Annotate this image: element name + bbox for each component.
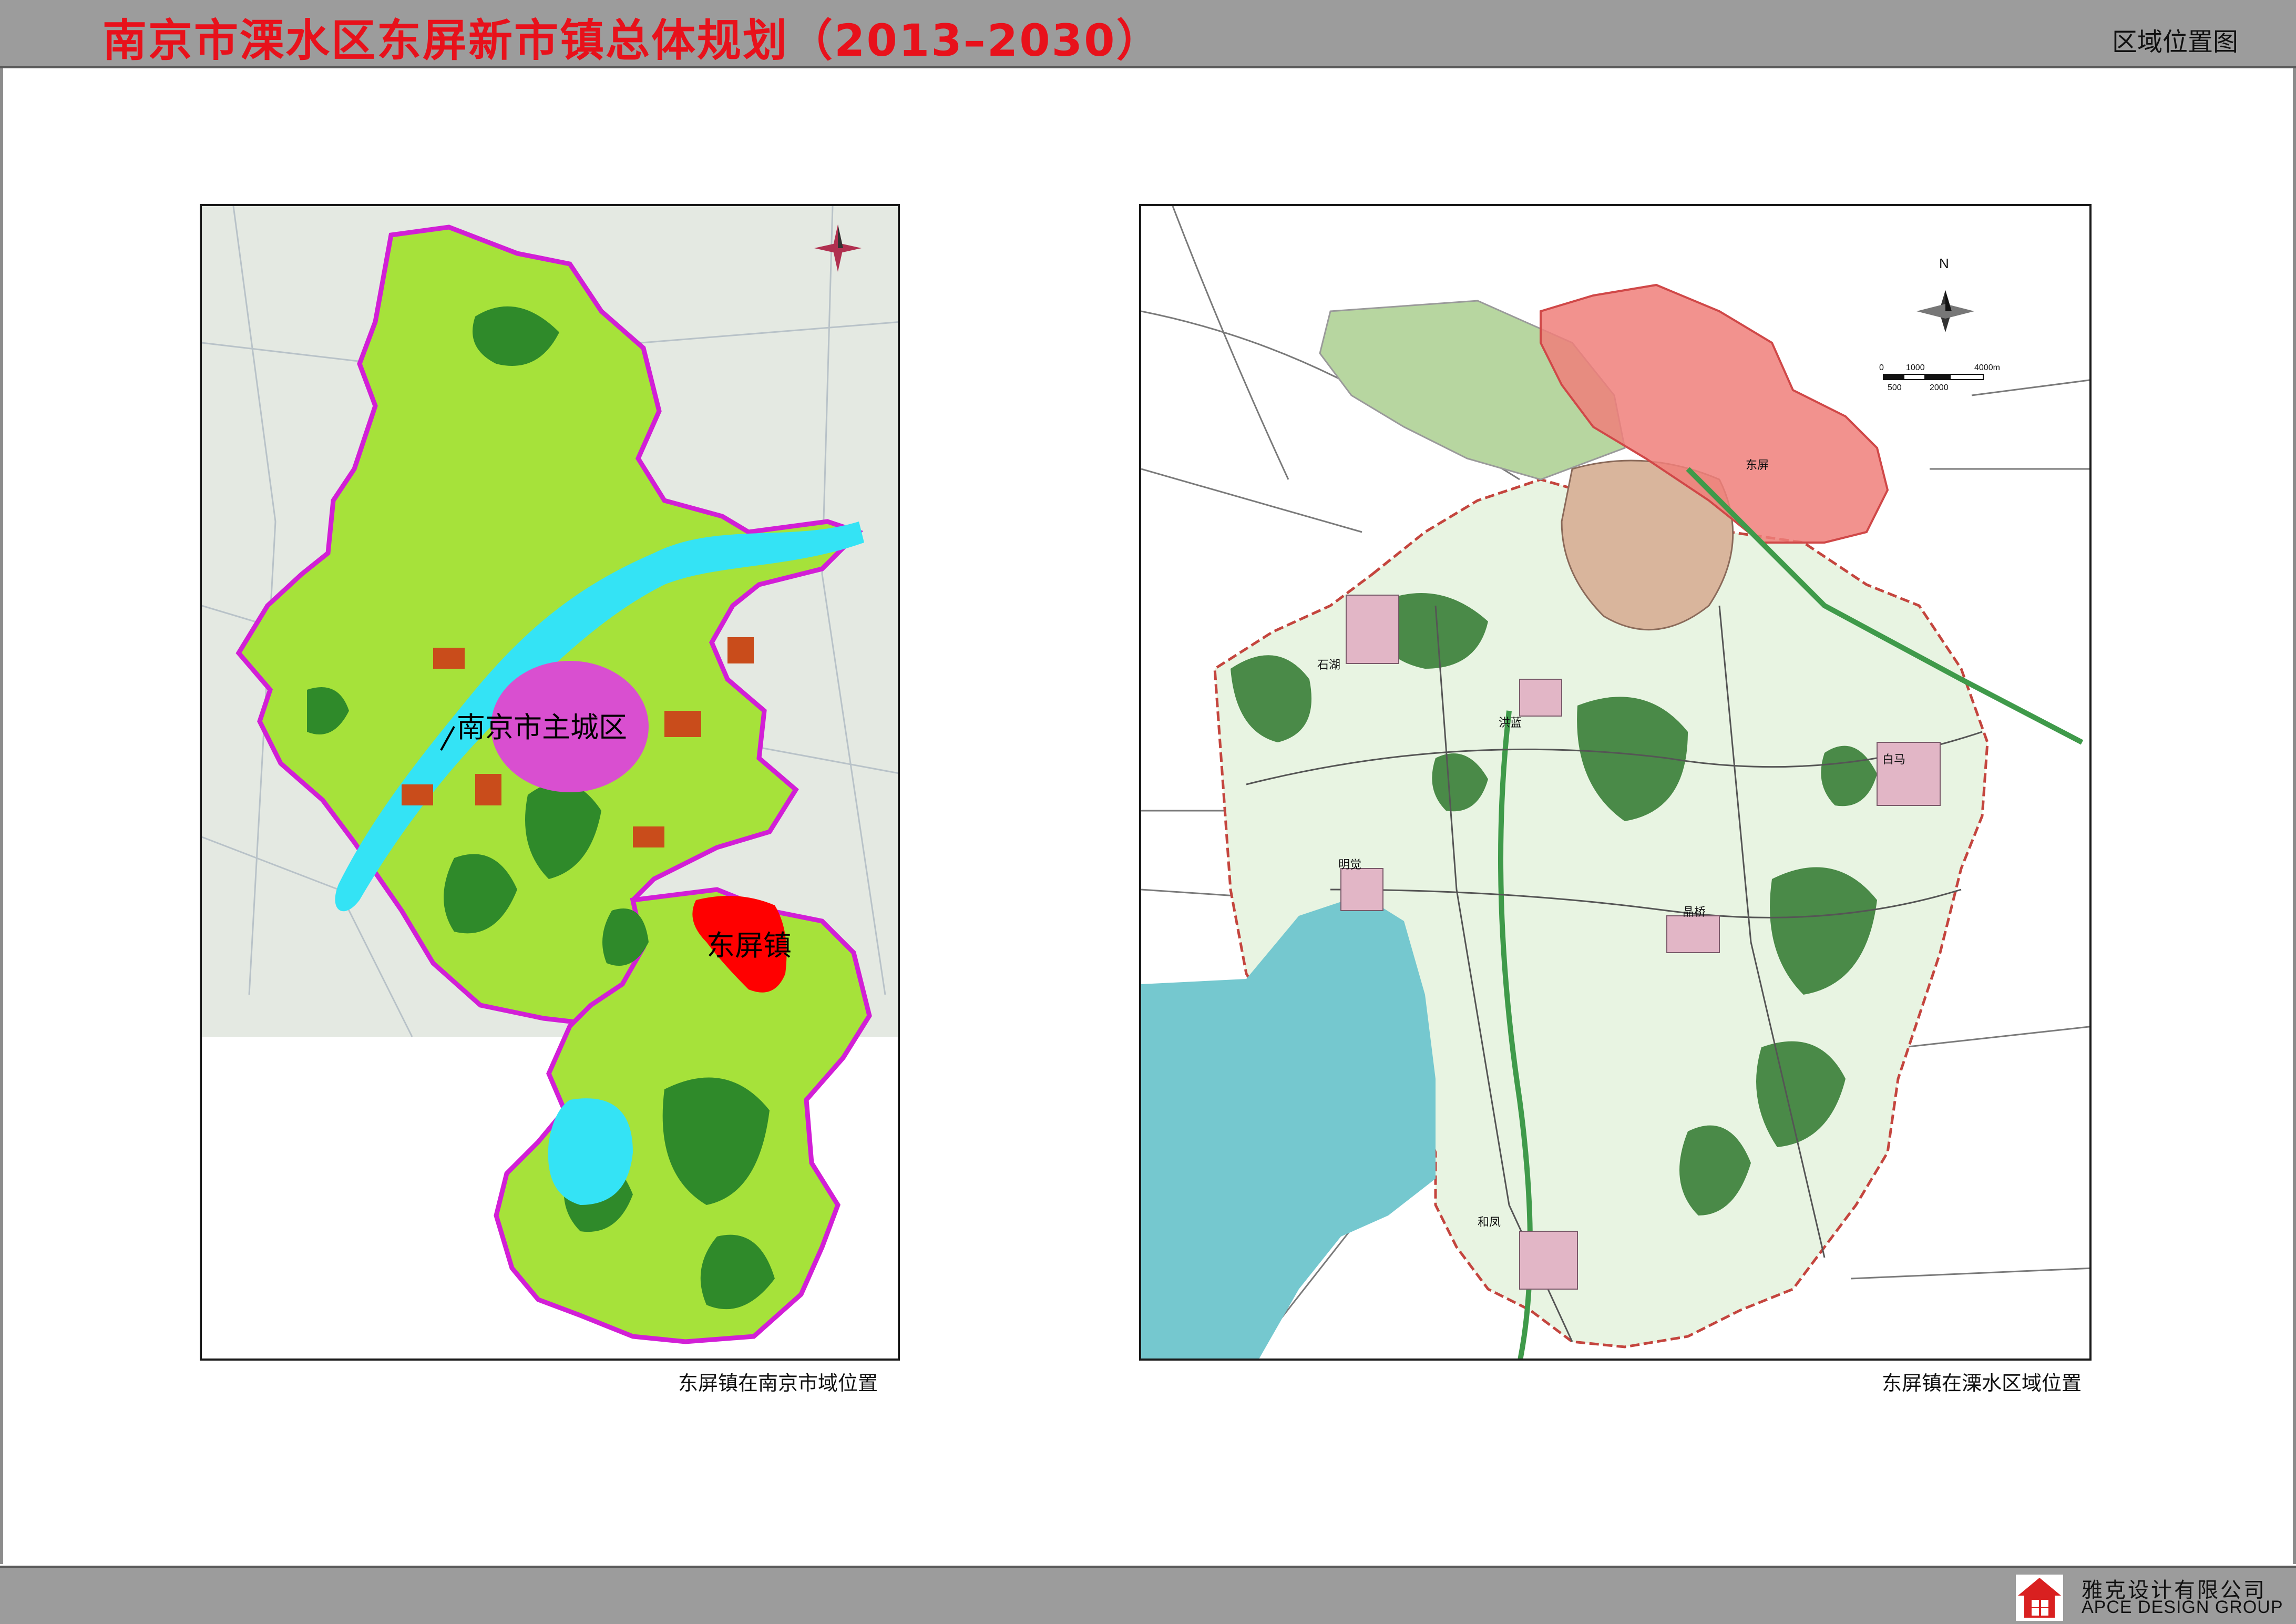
page-subtitle: 区域位置图: [2112, 27, 2238, 57]
shijiu-lake: [1141, 895, 1436, 1359]
north-compass-icon: [1916, 290, 1974, 332]
place-dongping: 东屏: [1746, 459, 1769, 472]
place-honglan: 洪蓝: [1499, 717, 1522, 730]
scale-bar: 0 1000 4000m 500 2000: [1879, 363, 2000, 392]
left-border-rule: [0, 68, 3, 1564]
svg-text:4000m: 4000m: [1974, 363, 2000, 372]
caption-nanjing-map: 东屏镇在南京市域位置: [678, 1372, 878, 1395]
footer-bar: 雅克设计有限公司 APCE DESIGN GROUP: [0, 1566, 2296, 1624]
nanjing-city-map-graphic: 南京市主城区 东屏镇: [202, 206, 898, 1344]
place-mingjue: 明觉: [1338, 859, 1361, 872]
label-dongping-town: 东屏镇: [706, 929, 792, 962]
lishui-district-map-graphic: 东屏 石湖 洪蓝 白马 明觉 晶桥 和凤 N 0 1000 4000m 500 …: [1141, 206, 2089, 1359]
svg-text:500: 500: [1888, 383, 1902, 392]
place-jingqiao: 晶桥: [1683, 906, 1706, 919]
header-bar: 南京市溧水区东屏新市镇总体规划（2013–2030） 区域位置图: [0, 0, 2296, 68]
svg-text:2000: 2000: [1930, 383, 1949, 392]
page-title: 南京市溧水区东屏新市镇总体规划（2013–2030）: [102, 15, 1162, 66]
company-logo-icon: [2016, 1575, 2063, 1621]
caption-lishui-map: 东屏镇在溧水区域位置: [1882, 1372, 2082, 1395]
place-baima: 白马: [1882, 753, 1905, 767]
north-label: N: [1939, 256, 1949, 271]
nanjing-city-map[interactable]: 南京市主城区 东屏镇: [200, 204, 900, 1361]
svg-text:1000: 1000: [1906, 363, 1925, 372]
label-nanjing-main-city: 南京市主城区: [457, 711, 627, 744]
company-name-en: APCE DESIGN GROUP: [2082, 1597, 2283, 1617]
place-hefeng: 和凤: [1478, 1216, 1501, 1229]
svg-text:0: 0: [1879, 363, 1884, 372]
lishui-district-map[interactable]: 东屏 石湖 洪蓝 白马 明觉 晶桥 和凤 N 0 1000 4000m 500 …: [1139, 204, 2092, 1361]
right-border-rule: [2293, 68, 2296, 1564]
place-shihu: 石湖: [1317, 659, 1340, 672]
